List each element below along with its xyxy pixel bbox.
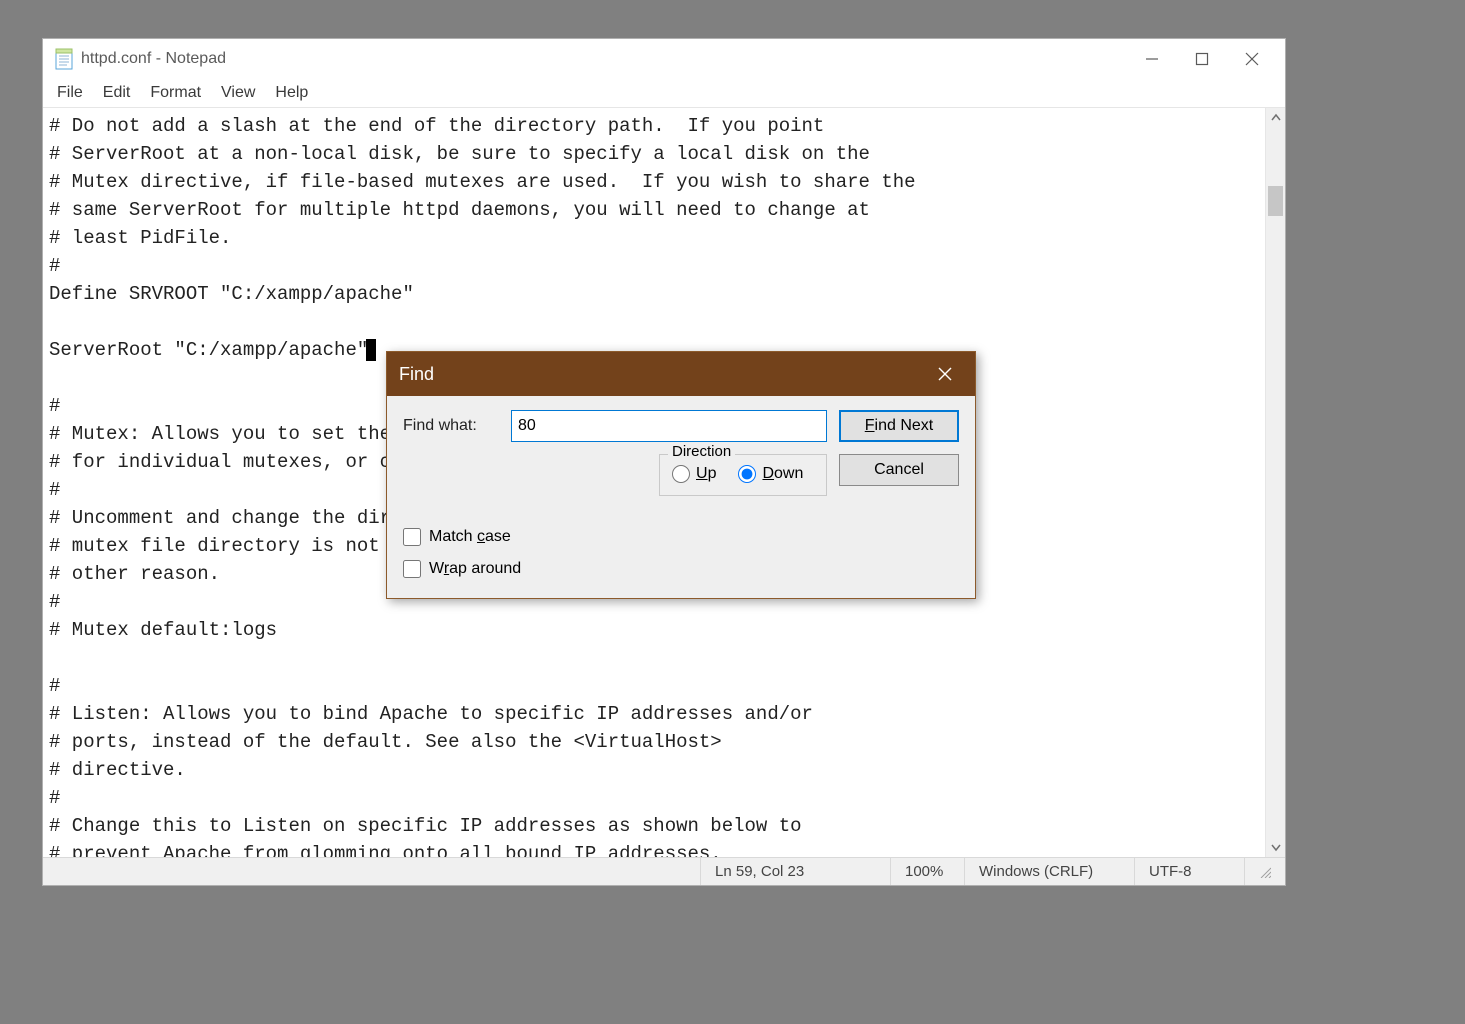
find-titlebar[interactable]: Find bbox=[387, 352, 975, 396]
direction-group: Direction Up Down bbox=[659, 454, 827, 496]
titlebar[interactable]: httpd.conf - Notepad bbox=[43, 39, 1285, 79]
direction-legend: Direction bbox=[668, 443, 735, 460]
close-button[interactable] bbox=[1227, 39, 1277, 79]
find-next-button[interactable]: Find Next bbox=[839, 410, 959, 442]
status-cursor-pos: Ln 59, Col 23 bbox=[700, 858, 890, 885]
status-resize-grip[interactable] bbox=[1244, 858, 1285, 885]
wrap-around-checkbox[interactable]: Wrap around bbox=[403, 560, 827, 578]
menu-edit[interactable]: Edit bbox=[95, 82, 139, 104]
direction-up-radio[interactable]: Up bbox=[672, 465, 716, 483]
notepad-icon bbox=[55, 48, 73, 70]
status-encoding: UTF-8 bbox=[1134, 858, 1244, 885]
scroll-down-arrow[interactable] bbox=[1266, 837, 1285, 857]
menubar: File Edit Format View Help bbox=[43, 79, 1285, 107]
maximize-button[interactable] bbox=[1177, 39, 1227, 79]
scroll-up-arrow[interactable] bbox=[1266, 108, 1285, 128]
window-title: httpd.conf - Notepad bbox=[81, 50, 226, 68]
menu-format[interactable]: Format bbox=[142, 82, 209, 104]
find-close-button[interactable] bbox=[927, 356, 963, 392]
menu-help[interactable]: Help bbox=[267, 82, 316, 104]
match-case-checkbox[interactable]: Match case bbox=[403, 528, 827, 546]
cancel-button[interactable]: Cancel bbox=[839, 454, 959, 486]
status-zoom: 100% bbox=[890, 858, 964, 885]
status-eol: Windows (CRLF) bbox=[964, 858, 1134, 885]
menu-view[interactable]: View bbox=[213, 82, 263, 104]
minimize-button[interactable] bbox=[1127, 39, 1177, 79]
vertical-scrollbar[interactable] bbox=[1265, 108, 1285, 857]
direction-down-radio[interactable]: Down bbox=[738, 465, 803, 483]
find-dialog[interactable]: Find Find what: Find Next Direction Up D… bbox=[386, 351, 976, 599]
find-title: Find bbox=[399, 364, 434, 385]
statusbar: Ln 59, Col 23 100% Windows (CRLF) UTF-8 bbox=[43, 857, 1285, 885]
menu-file[interactable]: File bbox=[49, 82, 91, 104]
find-what-input[interactable] bbox=[511, 410, 827, 442]
find-what-label: Find what: bbox=[403, 417, 499, 435]
scroll-thumb[interactable] bbox=[1268, 186, 1283, 216]
